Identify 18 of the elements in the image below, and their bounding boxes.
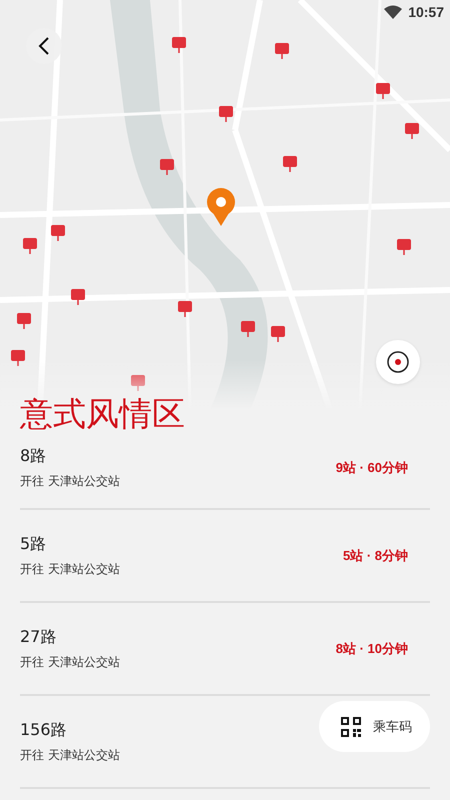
route-direction: 开往 天津站公交站 — [20, 560, 120, 578]
stop-title: 意式风情区 — [20, 393, 186, 435]
route-direction: 开往 天津站公交站 — [20, 654, 120, 670]
target-icon — [387, 351, 409, 373]
qr-code-icon — [341, 716, 361, 736]
wifi-icon — [384, 5, 402, 19]
route-direction: 开往 天津站公交站 — [20, 746, 120, 764]
route-direction: 开往 天津站公交站 — [20, 473, 120, 490]
route-name[interactable]: 8路 — [20, 446, 46, 467]
status-time: 10:57 — [408, 4, 444, 20]
route-name[interactable]: 5路 — [20, 534, 46, 554]
back-icon — [38, 37, 50, 55]
arrival-info: 8站 · 10分钟 — [336, 640, 408, 658]
ride-code-button[interactable]: 乘车码 — [319, 701, 430, 752]
arrival-info: 5站 · 8分钟 — [342, 546, 408, 564]
arrival-info: 9站 · 60分钟 — [336, 459, 408, 477]
route-name[interactable]: 27路 — [20, 626, 56, 648]
route-name[interactable]: 156路 — [20, 720, 67, 740]
